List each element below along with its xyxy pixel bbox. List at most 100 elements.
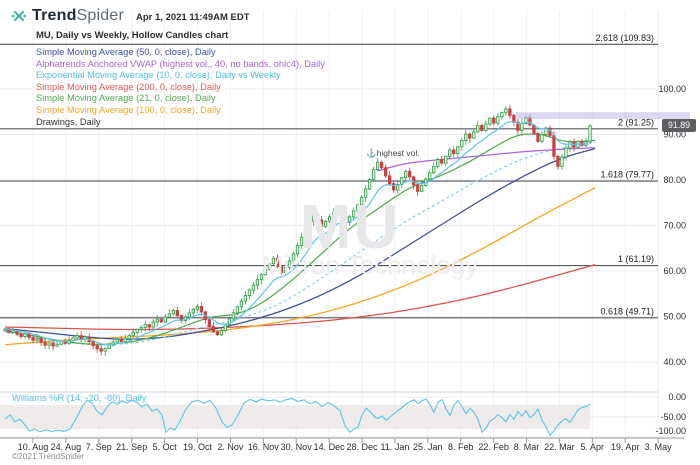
- candle-body: [376, 161, 380, 170]
- candle-body: [432, 165, 436, 174]
- x-axis-label: 3. May: [645, 442, 673, 452]
- annotation-label: highest vol.: [376, 148, 420, 158]
- x-axis-label: 7. Sep: [86, 442, 112, 452]
- candle-body: [367, 179, 372, 190]
- legend-item-sma50[interactable]: Simple Moving Average (50, 0, close), Da…: [36, 47, 325, 59]
- candle-body: [35, 337, 39, 341]
- candle-body: [231, 312, 236, 320]
- candle-body: [131, 331, 135, 337]
- candle-body: [251, 284, 256, 291]
- candle-body: [468, 133, 472, 139]
- candle-body: [504, 108, 508, 114]
- candle-body: [564, 147, 568, 158]
- x-axis-label: 8. Mar: [514, 442, 540, 452]
- candle-body: [247, 289, 252, 297]
- price-axis-label: 70.00: [663, 221, 686, 231]
- candle-body: [480, 124, 484, 131]
- logo-spider: Spider: [76, 7, 125, 24]
- candle-body: [27, 333, 31, 338]
- candle-body: [75, 335, 79, 339]
- candle-body: [47, 342, 51, 346]
- candle-body: [488, 117, 492, 125]
- candle-body: [123, 338, 127, 342]
- candle-body: [580, 140, 584, 146]
- candle-body: [456, 146, 460, 155]
- chart-subtitle: MU, Daily vs Weekly, Hollow Candles char…: [36, 30, 229, 41]
- legend-item-anchored-vwap[interactable]: Alphatrends Anchored VWAP (highest vol.,…: [36, 59, 325, 71]
- candle-body: [139, 326, 143, 330]
- candle-body: [416, 184, 420, 192]
- candle-body: [171, 310, 175, 315]
- candle-body: [19, 333, 23, 337]
- chart-timestamp: Apr 1, 2021 11:49AM EDT: [136, 12, 250, 23]
- candle-body: [239, 300, 244, 308]
- candle-body: [484, 123, 488, 131]
- candle-body: [115, 338, 119, 343]
- x-axis-label: 2. Nov: [217, 442, 244, 452]
- fib-level-label: 1 (61.19): [618, 254, 654, 264]
- candle-body: [392, 183, 396, 191]
- candle-body: [243, 295, 248, 302]
- legend-item-drawings[interactable]: Drawings, Daily: [36, 117, 325, 129]
- x-axis-label: 21. Sep: [116, 442, 147, 452]
- candle-body: [476, 124, 480, 133]
- candle-body: [55, 343, 59, 347]
- legend-item-sma21[interactable]: Simple Moving Average (21, 0, close), Da…: [36, 93, 325, 105]
- candle-body: [464, 133, 468, 141]
- drawing-band[interactable]: [516, 112, 690, 120]
- candle-body: [492, 117, 496, 124]
- candle-body: [560, 156, 564, 167]
- legend-item-sma100[interactable]: Simple Moving Average (100, 0, close), D…: [36, 105, 325, 117]
- candle-body: [119, 338, 123, 342]
- logo-text[interactable]: TrendSpider: [32, 7, 124, 25]
- price-axis-label: 60.00: [663, 266, 686, 276]
- copyright-text: ©2021 TrendSpider: [12, 451, 85, 461]
- candle-body: [51, 342, 55, 347]
- candle-body: [380, 161, 384, 169]
- candle-body: [147, 324, 151, 328]
- candle-body: [556, 155, 560, 167]
- x-axis-label: 5. Apr: [581, 442, 605, 452]
- indicator-legend: Simple Moving Average (50, 0, close), Da…: [36, 47, 325, 128]
- candle-body: [588, 125, 592, 143]
- candle-body: [512, 114, 516, 123]
- candle-body: [39, 337, 43, 343]
- candle-body: [23, 333, 27, 337]
- candle-body: [175, 310, 179, 317]
- logo-trend: Trend: [32, 7, 77, 24]
- candle-body: [79, 335, 83, 340]
- candle-body: [420, 185, 424, 192]
- last-price-badge: 91.89: [662, 119, 696, 132]
- candle-body: [11, 330, 15, 333]
- candle-body: [207, 319, 212, 327]
- candle-body: [568, 141, 572, 149]
- candle-body: [155, 318, 159, 323]
- oscillator-axis-label: -50.00: [660, 412, 686, 422]
- candle-body: [428, 172, 432, 180]
- candle-body: [404, 170, 408, 179]
- candle-body: [472, 131, 476, 139]
- titlebar: TrendSpider Apr 1, 2021 11:49AM EDT: [10, 7, 250, 25]
- price-axis-label: 100.00: [658, 84, 686, 94]
- candle-body: [384, 167, 388, 177]
- legend-item-sma200[interactable]: Simple Moving Average (200, 0, close), D…: [36, 82, 325, 94]
- fib-level-label: 2.618 (109.83): [595, 33, 654, 43]
- candle-body: [371, 169, 376, 180]
- candle-body: [496, 116, 500, 124]
- candle-body: [191, 308, 195, 314]
- legend-item-ema10[interactable]: Exponential Moving Average (10, 0, close…: [36, 70, 325, 82]
- candle-body: [532, 124, 536, 135]
- anchored-vwap-annotation[interactable]: ⚓highest vol.: [366, 148, 420, 159]
- candle-body: [235, 306, 240, 314]
- candle-body: [223, 324, 228, 332]
- candle-body: [199, 306, 203, 313]
- candle-body: [508, 108, 512, 116]
- oscillator-legend-label[interactable]: Williams %R (14, -20, -80), Daily: [12, 393, 146, 403]
- x-axis-label: 16. Nov: [248, 442, 280, 452]
- x-axis-label: 5. Oct: [153, 442, 178, 452]
- fib-level-label: 0.618 (49.71): [600, 306, 654, 316]
- candle-body: [143, 324, 147, 328]
- candle-body: [107, 344, 111, 349]
- x-axis-label: 28. Dec: [346, 442, 378, 452]
- candle-body: [43, 341, 47, 346]
